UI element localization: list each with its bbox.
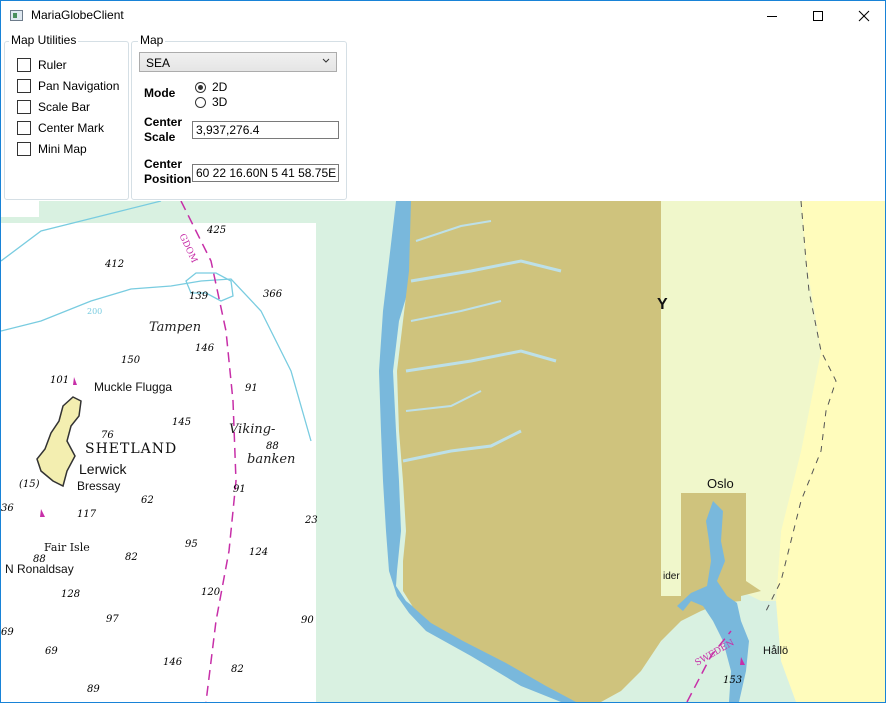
depth-sounding: 146 <box>195 343 215 354</box>
window-title: MariaGlobeClient <box>31 8 124 22</box>
depth-sounding: 82 <box>231 664 244 675</box>
map-label-tampen: Tampen <box>149 320 201 335</box>
map-utilities-title: Map Utilities <box>9 33 79 47</box>
depth-sounding: 69 <box>45 646 58 657</box>
center-position-field[interactable]: 60 22 16.60N 5 41 58.75E <box>192 164 339 182</box>
radio-button[interactable] <box>195 81 206 93</box>
center-position-label: Center Position <box>144 157 191 187</box>
map-label-viking: Viking- <box>229 422 275 437</box>
chart-sheet-corner <box>1 201 39 217</box>
map-label-fair-isle: Fair Isle <box>44 541 90 554</box>
depth-sounding: 120 <box>201 587 221 598</box>
radio-label: 3D <box>212 95 228 109</box>
depth-sounding: 88 <box>33 554 46 565</box>
center-scale-field[interactable]: 3,937,276.4 <box>192 121 339 139</box>
mode-3d-radio[interactable]: 3D <box>195 95 227 109</box>
scale-bar-checkbox[interactable]: Scale Bar <box>17 100 90 114</box>
nautical-chart[interactable]: GDOM 200 Tampen Muckle Flugga SHETLAND L… <box>1 201 885 702</box>
map-label-muckle-flugga: Muckle Flugga <box>94 380 172 394</box>
checkbox-box[interactable] <box>17 58 31 72</box>
depth-sounding: 117 <box>77 509 97 520</box>
checkbox-box[interactable] <box>17 142 31 156</box>
checkbox-label: Mini Map <box>38 142 87 156</box>
checkbox-label: Scale Bar <box>38 100 91 114</box>
close-button[interactable] <box>841 1 885 31</box>
depth-sounding: 366 <box>263 289 283 300</box>
center-scale-label-line2: Scale <box>144 130 176 144</box>
map-label-hallo: Hållö <box>763 645 788 657</box>
depth-sounding: 62 <box>141 495 154 506</box>
depth-sounding: 88 <box>266 441 279 452</box>
map-label-lerwick: Lerwick <box>79 461 127 477</box>
map-view[interactable]: GDOM 200 Tampen Muckle Flugga SHETLAND L… <box>1 201 885 702</box>
checkbox-box[interactable] <box>17 100 31 114</box>
app-icon <box>10 10 23 21</box>
center-position-label-line2: Position <box>144 172 192 186</box>
checkbox-box[interactable] <box>17 79 31 93</box>
depth-sounding: 425 <box>206 225 226 236</box>
depth-sounding: 95 <box>185 539 198 550</box>
depth-sounding: 90 <box>301 615 314 626</box>
mode-label: Mode <box>144 86 176 100</box>
center-scale-label: Center Scale <box>144 115 182 145</box>
map-label-banken: banken <box>247 452 295 467</box>
chevron-down-icon <box>322 58 330 63</box>
depth-sounding: 145 <box>172 417 191 428</box>
maximize-icon <box>813 11 823 21</box>
mode-2d-radio[interactable]: 2D <box>195 80 227 94</box>
radio-label: 2D <box>212 80 228 94</box>
checkbox-box[interactable] <box>17 121 31 135</box>
depth-sounding: 89 <box>87 684 100 695</box>
map-settings-title: Map <box>138 33 166 47</box>
depth-sounding: 139 <box>189 291 209 302</box>
close-icon <box>858 10 870 22</box>
minimize-button[interactable] <box>749 1 795 31</box>
shallow-water-band <box>1 201 316 223</box>
depth-sounding: 101 <box>50 375 69 386</box>
map-label-bressay: Bressay <box>77 479 120 493</box>
depth-sounding: 91 <box>245 383 258 394</box>
map-label-y: Y <box>657 296 668 313</box>
center-scale-label-line1: Center <box>144 115 183 129</box>
map-label-ider: ider <box>663 571 680 582</box>
depth-sounding: 153 <box>723 675 742 686</box>
ruler-checkbox[interactable]: Ruler <box>17 58 67 72</box>
mini-map-checkbox[interactable]: Mini Map <box>17 142 87 156</box>
map-label-oslo: Oslo <box>707 476 734 491</box>
depth-sounding: 146 <box>163 657 183 668</box>
depth-sounding: 69 <box>1 627 14 638</box>
depth-sounding: 82 <box>125 552 138 563</box>
maximize-button[interactable] <box>795 1 841 31</box>
depth-sounding: 76 <box>101 430 114 441</box>
depth-sounding: 412 <box>104 259 124 270</box>
depth-sounding: 150 <box>121 355 141 366</box>
depth-sounding: 124 <box>249 547 268 558</box>
map-label-contour-200: 200 <box>87 307 102 316</box>
checkbox-label: Ruler <box>38 58 67 72</box>
depth-sounding: 97 <box>106 614 119 625</box>
map-layer-selected: SEA <box>146 56 171 70</box>
depth-sounding: 91 <box>233 484 246 495</box>
pan-navigation-checkbox[interactable]: Pan Navigation <box>17 79 119 93</box>
checkbox-label: Center Mark <box>38 121 105 135</box>
map-utilities-group: Map Utilities Ruler Pan Navigation Scale… <box>4 33 129 200</box>
center-position-label-line1: Center <box>144 157 183 171</box>
depth-sounding: (15) <box>19 479 40 490</box>
radio-button[interactable] <box>195 96 206 108</box>
minimize-icon <box>767 16 777 17</box>
depth-sounding: 23 <box>304 515 318 526</box>
depth-sounding: 36 <box>1 503 14 514</box>
map-settings-group: Map SEA Mode 2D 3D Center Scale 3,937,27… <box>131 33 347 200</box>
title-bar[interactable]: MariaGlobeClient <box>1 1 885 31</box>
app-window: MariaGlobeClient Map Utilities Ruler Pan… <box>0 0 886 703</box>
center-mark-checkbox[interactable]: Center Mark <box>17 121 104 135</box>
depth-sounding: 128 <box>61 589 80 600</box>
map-layer-dropdown[interactable]: SEA <box>139 52 337 72</box>
map-label-shetland: SHETLAND <box>85 441 177 457</box>
checkbox-label: Pan Navigation <box>38 79 120 93</box>
